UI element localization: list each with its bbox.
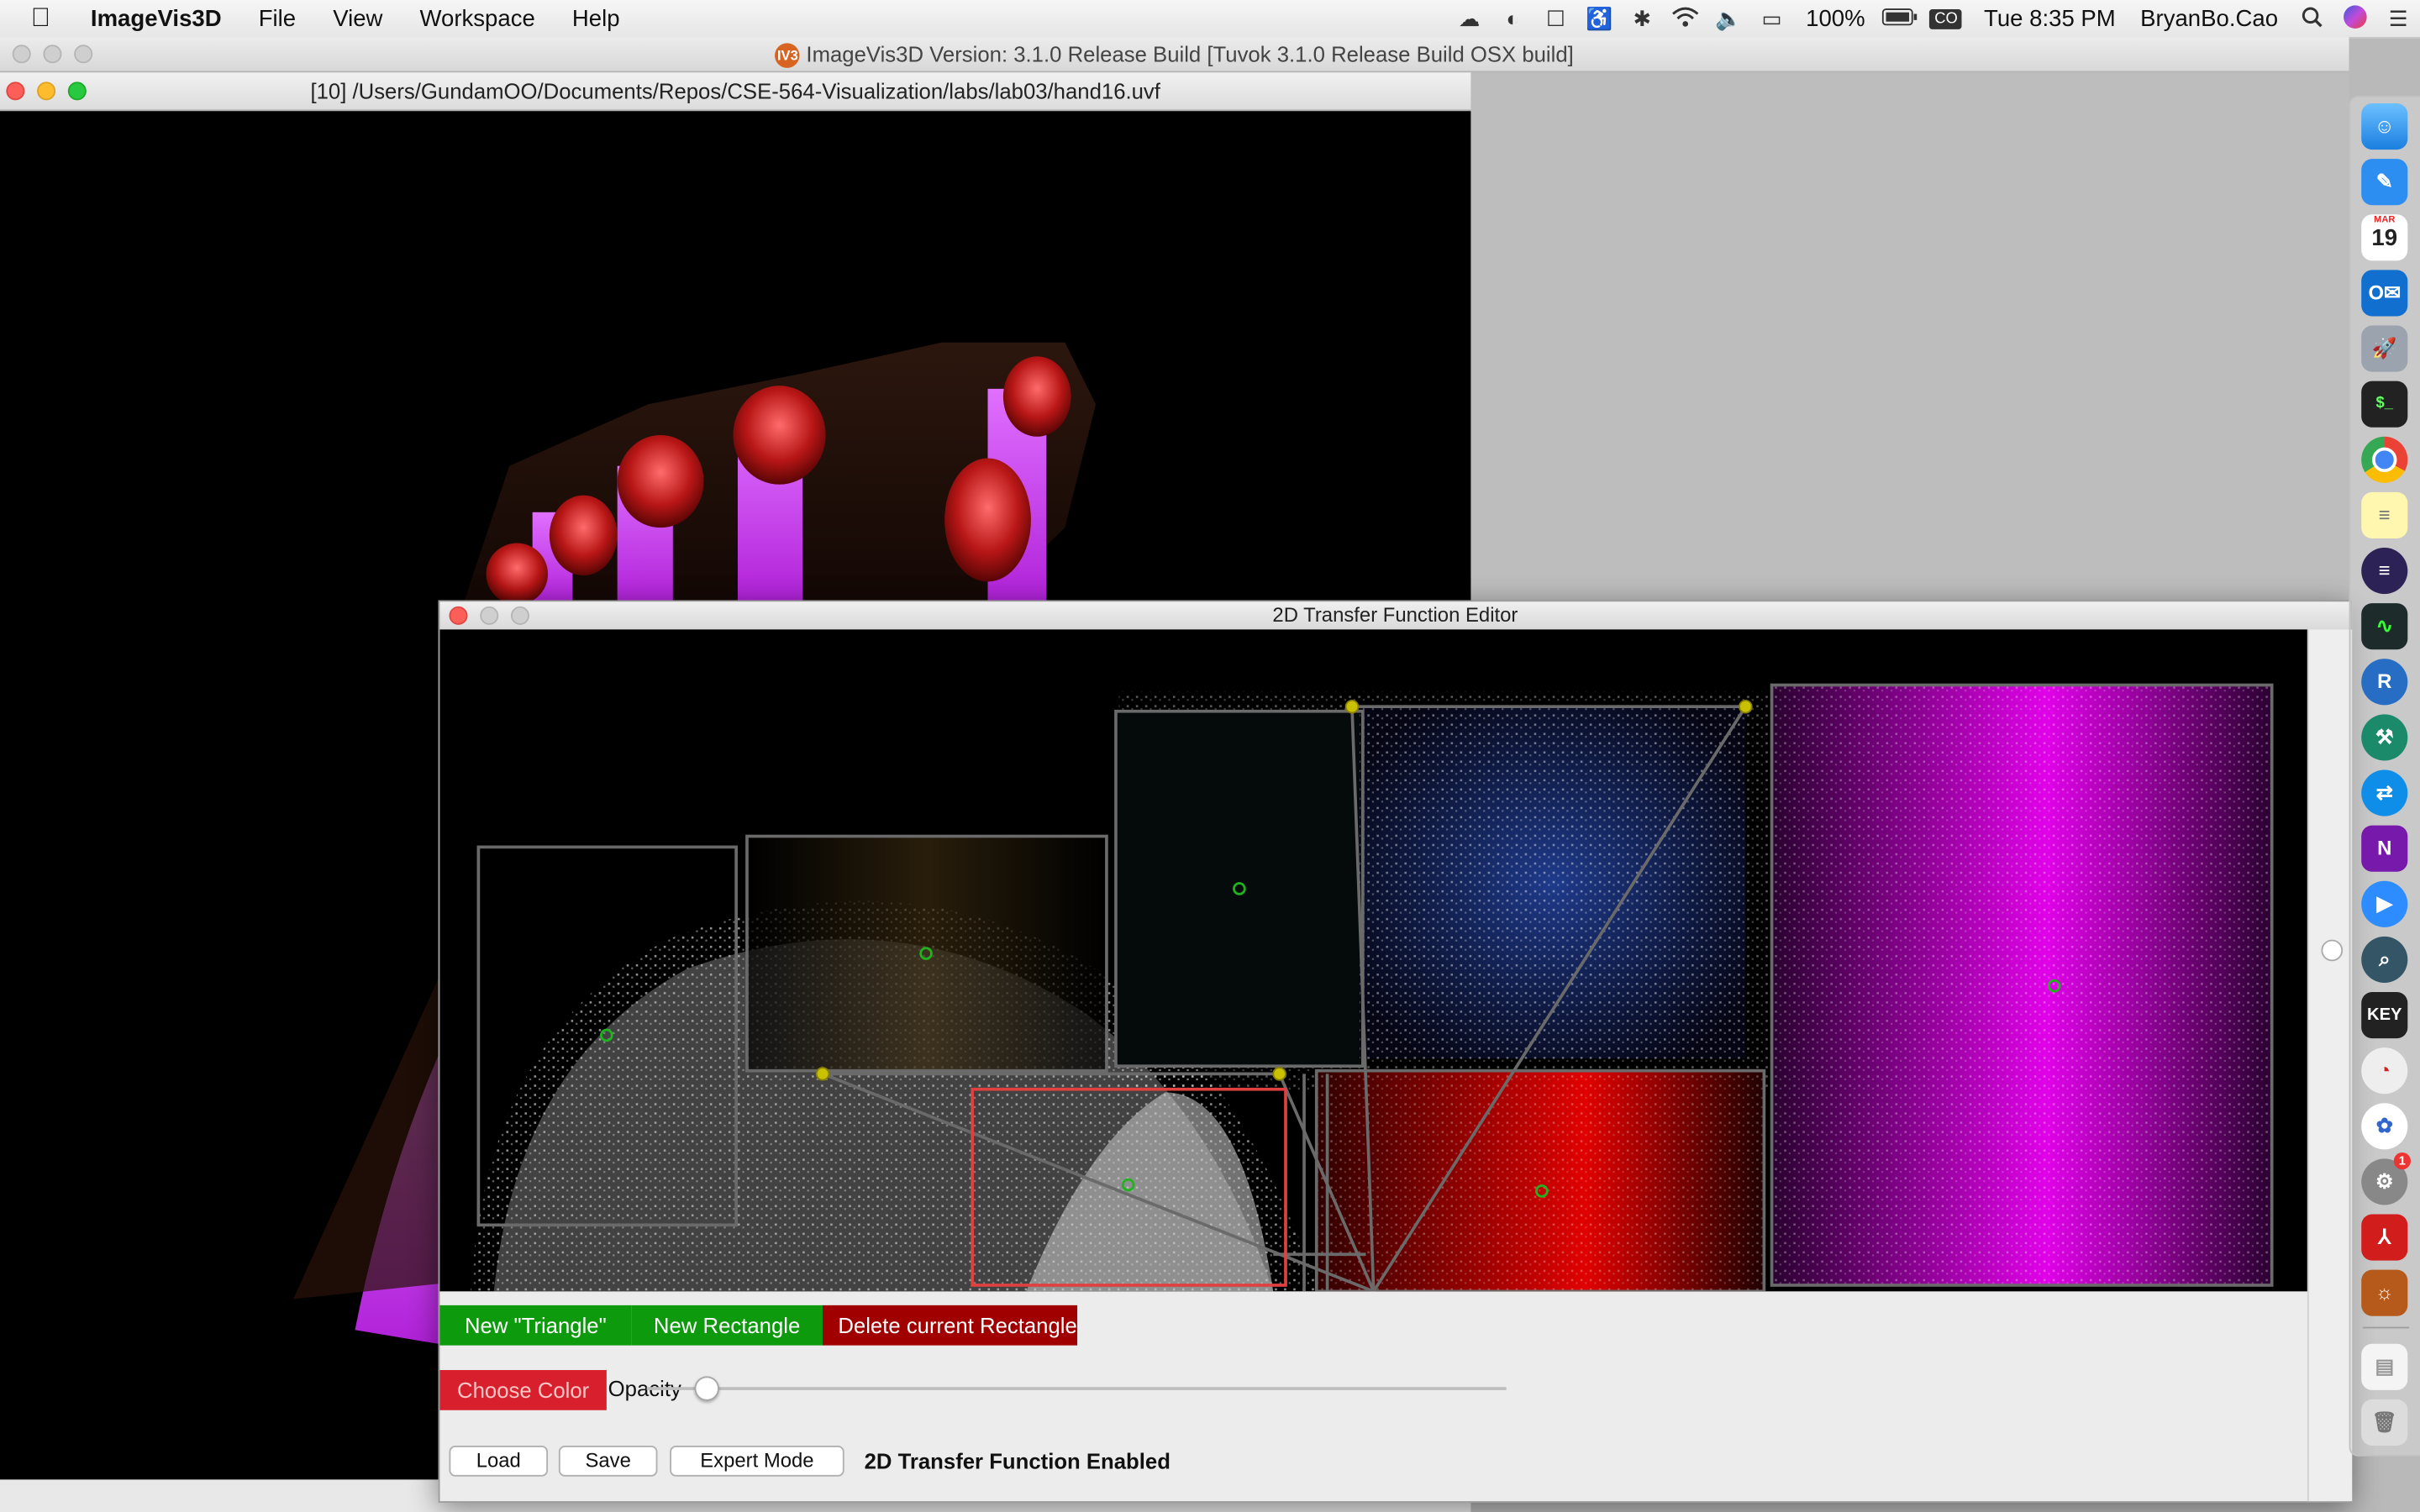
onenote-letter: N (2377, 836, 2392, 860)
menu-view[interactable]: View (314, 5, 401, 31)
tf-vertical-scrollbar[interactable] (2307, 629, 2353, 1502)
app-window-titlebar[interactable]: IV3 ImageVis3D Version: 3.1.0 Release Bui… (0, 37, 2349, 73)
tf-status-text: 2D Transfer Function Enabled (864, 1448, 1171, 1474)
sync-icon[interactable]: ◐ (1496, 6, 1529, 30)
keynote-icon[interactable]: KEY (2361, 992, 2408, 1039)
battery-percent[interactable]: 100% (1793, 5, 1877, 31)
activity-monitor-icon[interactable]: ∿ (2361, 603, 2408, 650)
render-window-controls (6, 81, 87, 101)
menu-workspace[interactable]: Workspace (401, 5, 553, 31)
spotlight-icon[interactable] (2295, 5, 2328, 31)
wifi-icon[interactable] (1669, 5, 1702, 31)
zoom-button[interactable] (74, 45, 93, 64)
save-button[interactable]: Save (558, 1446, 658, 1477)
tf-window-controls (449, 606, 529, 625)
opacity-slider-handle[interactable] (694, 1376, 719, 1401)
close-button[interactable] (449, 606, 468, 625)
keynote-text: KEY (2366, 1005, 2402, 1025)
tf-editor-window: 2D Transfer Function Editor New "Triangl… (438, 600, 2353, 1503)
volume-icon[interactable]: 🔈 (1712, 5, 1745, 31)
status-area: ☁ ◐ ☐ ♿ ✱ 🔈 ▭ 100% CO Tue 8:35 PM BryanB… (1448, 0, 2420, 37)
r-letter: R (2377, 669, 2392, 693)
tf-histogram-plot (471, 683, 2274, 1292)
zoom-button[interactable] (510, 606, 529, 625)
xcode-icon[interactable]: ⚒ (2361, 714, 2408, 761)
finder-icon[interactable]: ☺ (2361, 103, 2408, 150)
menu-file[interactable]: File (240, 5, 314, 31)
opacity-slider[interactable] (646, 1387, 1507, 1390)
dock: ☺ ✎ MAR 19 O✉ 🚀 $_ ≡ ≡ ∿ R ⚒ ⇄ N ▶ ⌕ KEY … (2349, 95, 2420, 1457)
document-icon[interactable]: ▤ (2361, 1343, 2408, 1390)
tf-histogram-canvas[interactable] (439, 629, 2307, 1292)
menu-app-name[interactable]: ImageVis3D (72, 5, 240, 31)
dock-separator (2363, 1326, 2410, 1329)
notification-center-icon[interactable]: ☰ (2381, 5, 2415, 31)
terminal-icon[interactable]: $_ (2361, 381, 2408, 428)
outlook-icon[interactable]: O✉ (2361, 270, 2408, 317)
app-window-title: ImageVis3D Version: 3.1.0 Release Build … (806, 41, 1574, 66)
acrobat-icon[interactable]: ⅄ (2361, 1214, 2408, 1261)
app-window-controls (12, 45, 93, 64)
workspace-area (1470, 72, 2349, 602)
render-window-title: [10] /Users/GundamOO/Documents/Repos/CSE… (310, 78, 1160, 104)
accessibility-icon[interactable]: ♿ (1582, 5, 1616, 31)
tf-editor-title: 2D Transfer Function Editor (1272, 603, 1518, 627)
notification-badge: 1 (2393, 1152, 2411, 1170)
imagevis3d-logo-icon: IV3 (775, 43, 801, 69)
screen:  ImageVis3D File View Workspace Help ☁ … (0, 0, 2420, 1512)
close-button[interactable] (12, 45, 31, 64)
user-name[interactable]: BryanBo.Cao (2128, 5, 2290, 31)
menu-bar:  ImageVis3D File View Workspace Help ☁ … (0, 0, 2420, 39)
circle-app-icon[interactable]: ◔ (2361, 1047, 2408, 1095)
tf-editor-titlebar[interactable]: 2D Transfer Function Editor (439, 601, 2351, 632)
outlook-letter: O (2368, 281, 2385, 304)
apple-icon[interactable]:  (0, 3, 72, 34)
minimize-button[interactable] (480, 606, 499, 625)
window-icon[interactable]: ☐ (1539, 5, 1572, 31)
teamviewer-icon[interactable]: ⇄ (2361, 769, 2408, 816)
zoom-icon[interactable]: ▶ (2361, 880, 2408, 927)
chrome-icon[interactable] (2361, 436, 2408, 483)
battery-icon[interactable] (1882, 6, 1918, 30)
trash-icon[interactable]: 🗑 (2361, 1399, 2408, 1446)
choose-color-button[interactable]: Choose Color (439, 1370, 607, 1410)
creative-cloud-icon[interactable]: ☁ (1453, 5, 1486, 31)
zoom-button[interactable] (67, 81, 87, 101)
notes-icon[interactable]: ≡ (2361, 491, 2408, 539)
imagevis3d-icon[interactable]: ☼ (2361, 1269, 2408, 1316)
eclipse-icon[interactable]: ≡ (2361, 548, 2408, 595)
r-icon[interactable]: R (2361, 659, 2408, 706)
minimize-button[interactable] (37, 81, 56, 101)
pen-icon[interactable]: ✎ (2361, 159, 2408, 206)
new-triangle-button[interactable]: New "Triangle" (439, 1305, 632, 1346)
clock[interactable]: Tue 8:35 PM (1971, 5, 2128, 31)
siri-icon[interactable] (2338, 4, 2372, 34)
close-button[interactable] (6, 81, 25, 101)
menu-help[interactable]: Help (554, 5, 639, 31)
bluetooth-icon[interactable]: ✱ (1625, 5, 1659, 31)
rocket-icon[interactable]: 🚀 (2361, 325, 2408, 372)
onenote-icon[interactable]: N (2361, 825, 2408, 872)
new-rectangle-button[interactable]: New Rectangle (631, 1305, 823, 1346)
delete-rectangle-button[interactable]: Delete current Rectangle (822, 1305, 1078, 1346)
render-window-titlebar[interactable]: [10] /Users/GundamOO/Documents/Repos/CSE… (0, 72, 1471, 112)
search-app-icon[interactable]: ⌕ (2361, 936, 2408, 983)
scroll-knob[interactable] (2321, 939, 2344, 962)
minimize-button[interactable] (43, 45, 62, 64)
system-preferences-icon[interactable]: ⚙ 1 (2361, 1152, 2411, 1205)
colors-icon[interactable]: ✿ (2361, 1103, 2408, 1150)
input-source-badge[interactable]: CO (1929, 8, 1963, 29)
load-button[interactable]: Load (449, 1446, 549, 1477)
expert-mode-button[interactable]: Expert Mode (670, 1446, 844, 1477)
calendar-day: 19 (2371, 225, 2398, 252)
airplay-icon[interactable]: ▭ (1755, 5, 1789, 31)
calendar-icon[interactable]: MAR 19 (2361, 214, 2408, 261)
